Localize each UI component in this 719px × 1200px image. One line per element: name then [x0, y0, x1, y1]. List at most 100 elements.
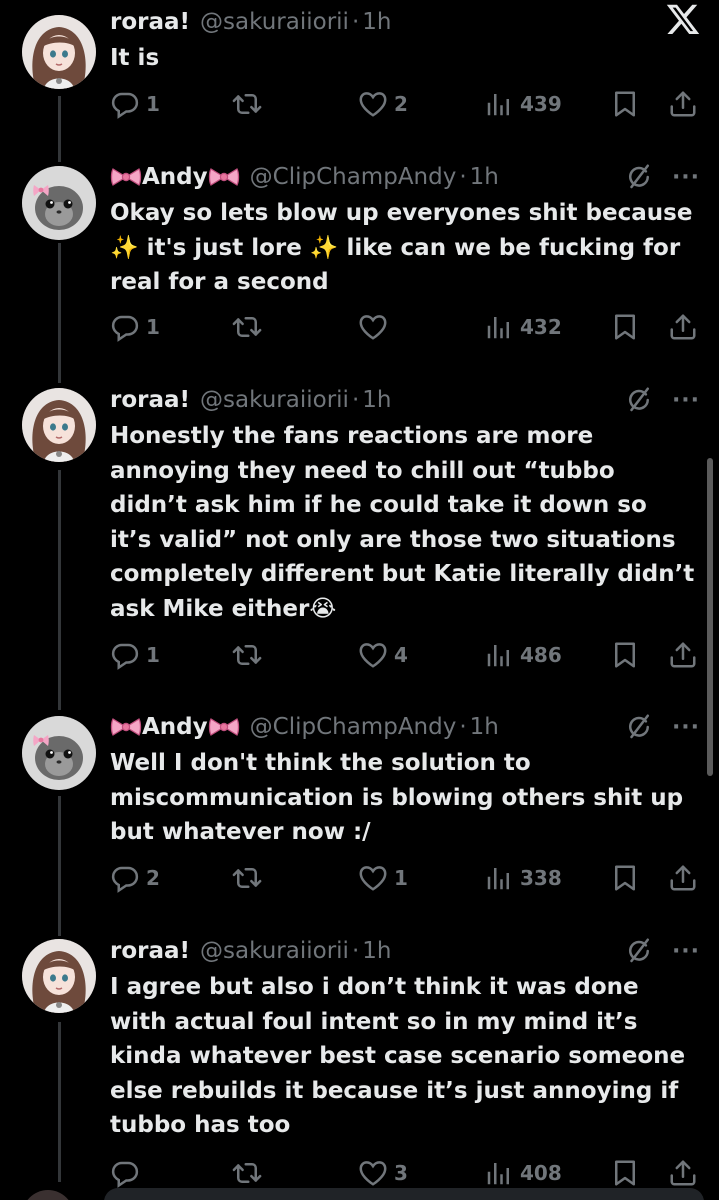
like-button[interactable]: 4	[358, 638, 408, 672]
grok-icon[interactable]	[624, 162, 654, 192]
views-button[interactable]: 486	[484, 638, 562, 672]
author-name[interactable]: Andy	[110, 164, 240, 190]
timestamp[interactable]: 1h	[362, 387, 391, 413]
more-icon[interactable]: ···	[670, 936, 702, 966]
avatar-image	[22, 939, 96, 1013]
avatar[interactable]	[22, 716, 96, 790]
tweet-text: Okay so lets blow up everyones shit beca…	[110, 200, 693, 295]
like-count: 4	[394, 643, 408, 667]
timestamp[interactable]: 1h	[470, 164, 499, 190]
grok-icon[interactable]	[624, 385, 654, 415]
author-handle[interactable]: @sakuraiiorii	[200, 938, 349, 964]
views-icon	[484, 640, 514, 670]
reply-icon	[110, 89, 140, 119]
views-button[interactable]: 432	[484, 310, 562, 344]
retweet-icon	[232, 312, 262, 342]
reply-count: 2	[146, 866, 160, 890]
bookmark-button[interactable]	[610, 638, 640, 672]
tweet-actions: 1 4 486	[0, 638, 719, 672]
reply-count: 1	[146, 643, 160, 667]
author-handle[interactable]: @ClipChampAndy	[250, 714, 457, 740]
tweet-header: Andy @ClipChampAndy · 1h	[110, 710, 499, 744]
author-handle[interactable]: @ClipChampAndy	[250, 164, 457, 190]
more-icon[interactable]: ···	[670, 385, 702, 415]
share-button[interactable]	[668, 1156, 698, 1190]
reply-composer[interactable]	[104, 1188, 704, 1200]
bookmark-button[interactable]	[610, 861, 640, 895]
author-name[interactable]: Andy	[110, 714, 240, 740]
share-icon	[668, 1158, 698, 1188]
author-name[interactable]: roraa!	[110, 9, 190, 35]
bookmark-button[interactable]	[610, 87, 640, 121]
like-button[interactable]: 3	[358, 1156, 408, 1190]
like-button[interactable]: 1	[358, 861, 408, 895]
bookmark-button[interactable]	[610, 310, 640, 344]
author-name-text: Andy	[142, 164, 208, 190]
like-button[interactable]: 2	[358, 87, 408, 121]
views-button[interactable]: 408	[484, 1156, 562, 1190]
retweet-button[interactable]	[232, 310, 262, 344]
author-name[interactable]: roraa!	[110, 387, 190, 413]
grok-icon[interactable]	[624, 936, 654, 966]
share-icon	[668, 863, 698, 893]
share-button[interactable]	[668, 638, 698, 672]
reply-button[interactable]: 1	[110, 310, 160, 344]
avatar[interactable]	[22, 166, 96, 240]
bow-emoji-icon	[110, 714, 142, 740]
more-icon[interactable]: ···	[670, 712, 702, 742]
tweet-header: roraa! @sakuraiiorii · 1h	[110, 934, 391, 968]
tweet-actions: 2 1 338	[0, 861, 719, 895]
author-handle[interactable]: @sakuraiiorii	[200, 387, 349, 413]
share-icon	[668, 89, 698, 119]
bookmark-button[interactable]	[610, 1156, 640, 1190]
view-count: 338	[520, 866, 562, 890]
share-button[interactable]	[668, 861, 698, 895]
reply-button[interactable]	[110, 1156, 146, 1190]
reply-button[interactable]: 1	[110, 87, 160, 121]
share-icon	[668, 312, 698, 342]
reply-button[interactable]: 2	[110, 861, 160, 895]
share-button[interactable]	[668, 310, 698, 344]
retweet-button[interactable]	[232, 861, 262, 895]
author-name-text: Andy	[142, 714, 208, 740]
bookmark-icon	[610, 863, 640, 893]
bookmark-icon	[610, 312, 640, 342]
heart-icon	[358, 863, 388, 893]
retweet-icon	[232, 863, 262, 893]
tweet-header: roraa! @sakuraiiorii · 1h	[110, 383, 391, 417]
reply-count: 1	[146, 92, 160, 116]
reply-button[interactable]: 1	[110, 638, 160, 672]
views-icon	[484, 1158, 514, 1188]
like-button[interactable]	[358, 310, 394, 344]
share-button[interactable]	[668, 87, 698, 121]
tweet-header: Andy @ClipChampAndy · 1h	[110, 160, 499, 194]
author-handle[interactable]: @sakuraiiorii	[200, 9, 349, 35]
retweet-icon	[232, 640, 262, 670]
x-logo-icon[interactable]	[665, 1, 701, 37]
tweet-text: Honestly the fans reactions are more ann…	[110, 423, 695, 622]
author-name[interactable]: roraa!	[110, 938, 190, 964]
retweet-button[interactable]	[232, 87, 262, 121]
view-count: 439	[520, 92, 562, 116]
avatar-image	[22, 388, 96, 462]
heart-icon	[358, 312, 388, 342]
scrollbar[interactable]	[707, 458, 713, 776]
retweet-button[interactable]	[232, 638, 262, 672]
view-count: 486	[520, 643, 562, 667]
views-button[interactable]: 338	[484, 861, 562, 895]
grok-icon[interactable]	[624, 712, 654, 742]
tweet-text: Well I don't think the solution to misco…	[110, 750, 684, 845]
views-button[interactable]: 439	[484, 87, 562, 121]
avatar[interactable]	[22, 939, 96, 1013]
timestamp[interactable]: 1h	[362, 9, 391, 35]
avatar[interactable]	[22, 15, 96, 89]
timestamp[interactable]: 1h	[470, 714, 499, 740]
timestamp[interactable]: 1h	[362, 938, 391, 964]
heart-icon	[358, 640, 388, 670]
retweet-button[interactable]	[232, 1156, 262, 1190]
bow-emoji-icon	[208, 164, 240, 190]
bow-emoji-icon	[110, 164, 142, 190]
more-icon[interactable]: ···	[670, 162, 702, 192]
avatar[interactable]	[22, 388, 96, 462]
bow-emoji-icon	[208, 714, 240, 740]
